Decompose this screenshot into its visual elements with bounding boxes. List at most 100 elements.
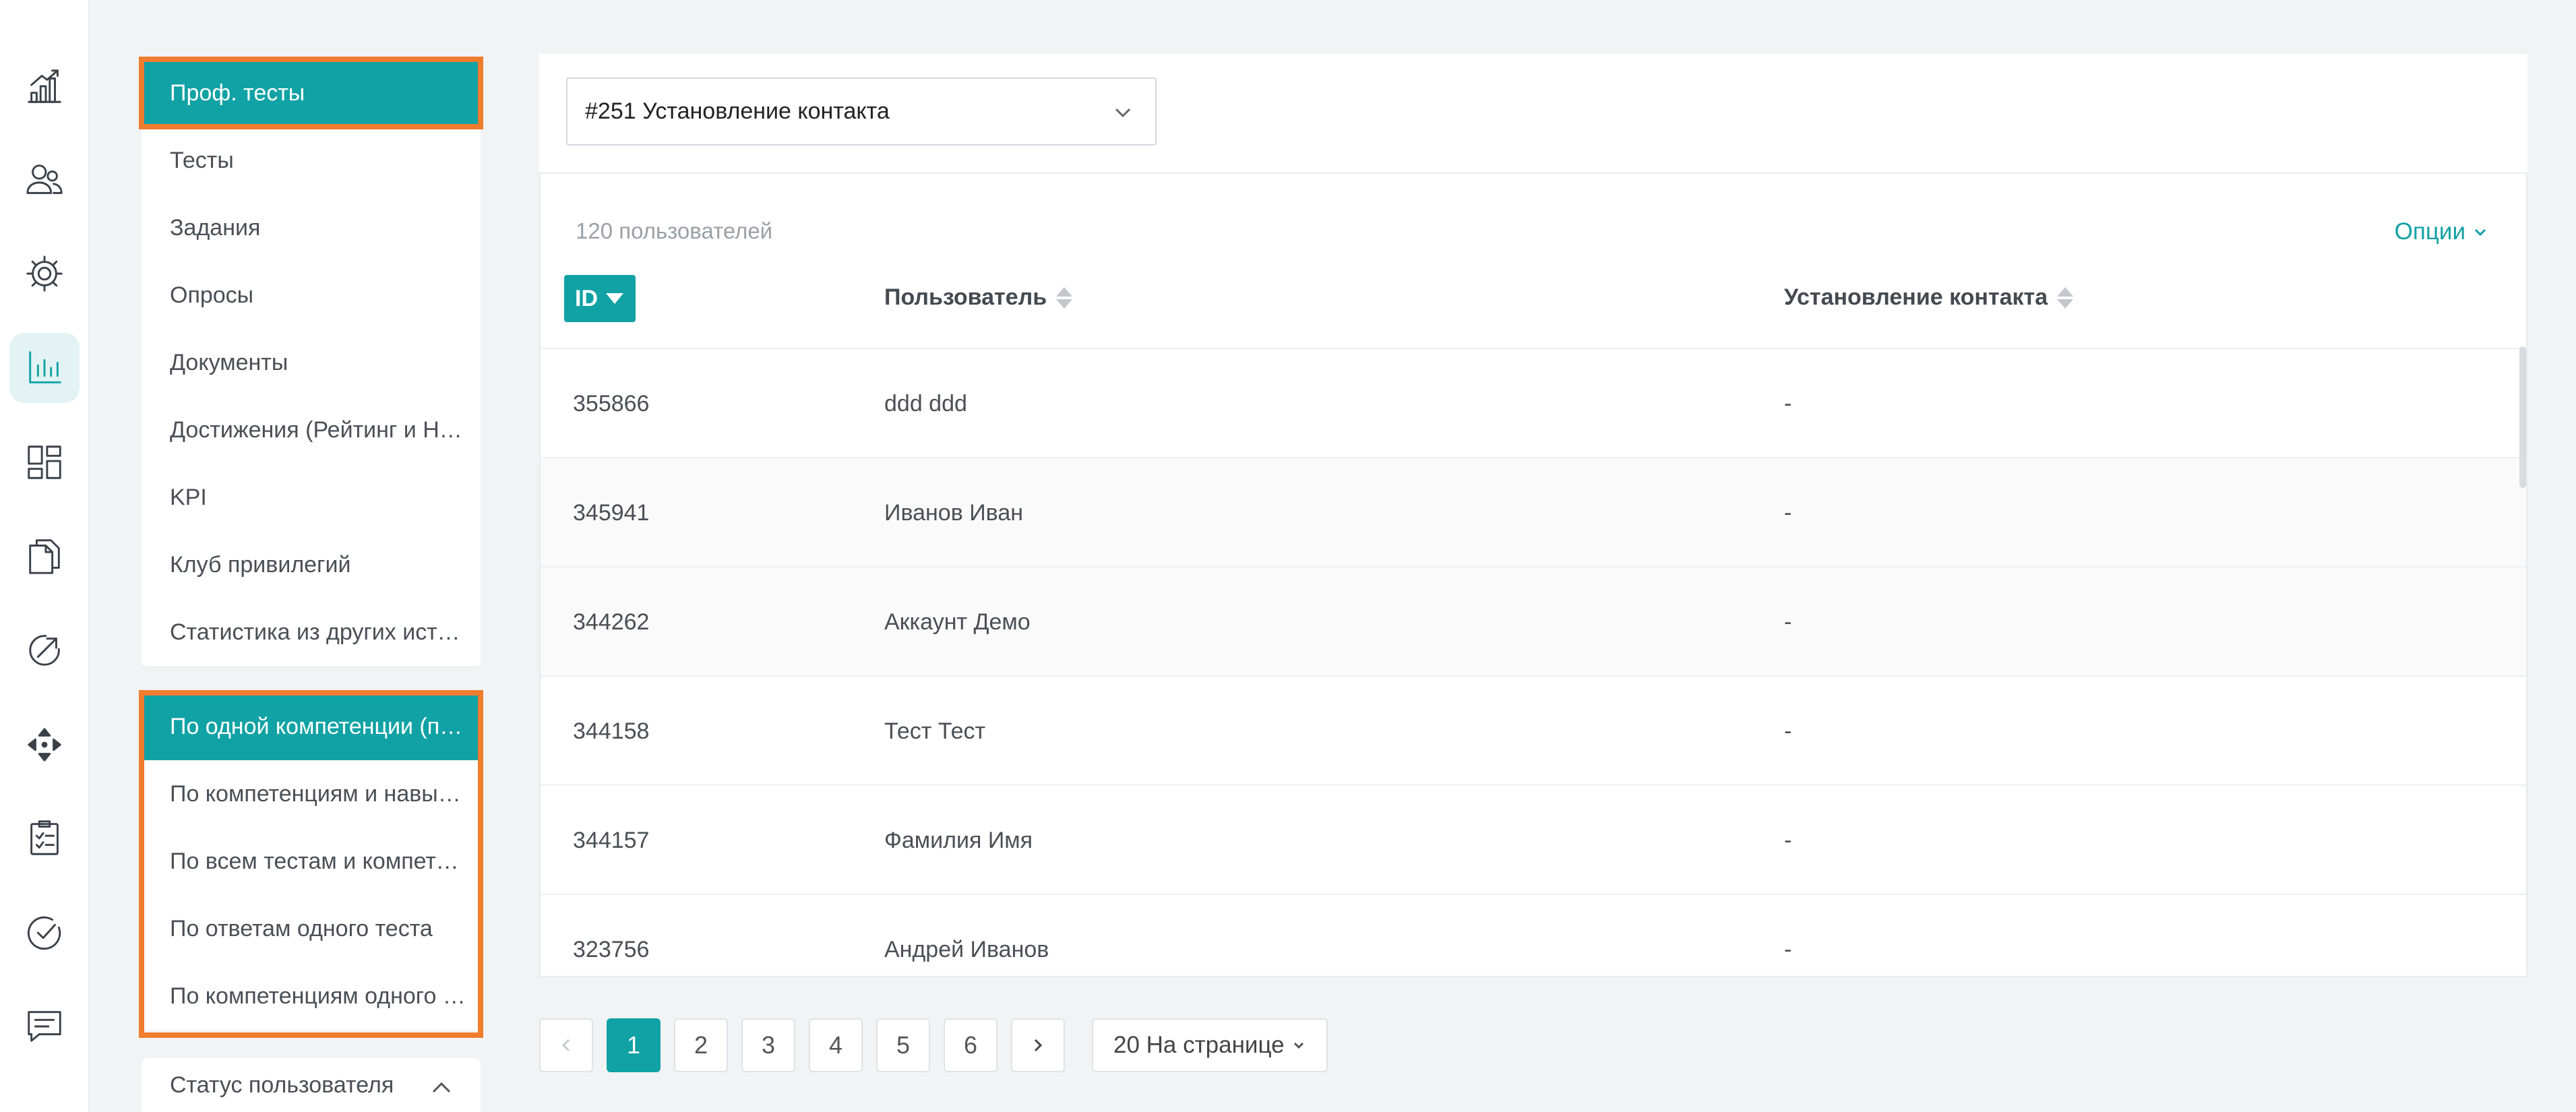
page-button-3[interactable]: 3 bbox=[741, 1018, 795, 1072]
menu-item-achievements[interactable]: Достижения (Рейтинг и Награды) bbox=[142, 396, 481, 464]
menu-item-kpi[interactable]: KPI bbox=[142, 464, 481, 531]
menu-item-single-competency[interactable]: По одной компетенции (пользователи) bbox=[142, 693, 481, 760]
icon-rail bbox=[0, 0, 89, 1112]
table-row[interactable]: 344262 Аккаунт Демо - bbox=[541, 567, 2526, 677]
competency-select-value: #251 Установление контакта bbox=[585, 98, 890, 124]
table-row[interactable]: 323756 Андрей Иванов - bbox=[541, 895, 2526, 976]
cell-user: Андрей Иванов bbox=[884, 937, 1049, 962]
cell-value: - bbox=[1784, 828, 1792, 853]
primary-menu: Проф. тесты Тесты Задания Опросы Докумен… bbox=[142, 59, 481, 666]
chevron-up-icon[interactable] bbox=[428, 1073, 455, 1100]
cell-user: Тест Тест bbox=[884, 718, 986, 744]
table-body: 355866 ddd ddd - 345941 Иванов Иван - 34… bbox=[541, 349, 2526, 976]
per-page-label: 20 На странице bbox=[1113, 1032, 1285, 1058]
chevron-down-icon bbox=[1115, 108, 1131, 118]
analytics-chart-icon[interactable] bbox=[9, 51, 80, 121]
cell-value: - bbox=[1784, 500, 1792, 526]
chevron-left-icon bbox=[561, 1039, 570, 1052]
menu-item-label: По ответам одного теста bbox=[170, 915, 433, 941]
documents-icon[interactable] bbox=[9, 521, 80, 591]
reports-menu: По одной компетенции (пользователи) По к… bbox=[142, 693, 481, 1030]
competency-select[interactable]: #251 Установление контакта bbox=[566, 78, 1157, 146]
menu-item-privilege-club[interactable]: Клуб привилегий bbox=[142, 531, 481, 598]
sort-icon bbox=[1056, 286, 1073, 309]
chevron-down-icon bbox=[1293, 1042, 1304, 1049]
page-button-2[interactable]: 2 bbox=[674, 1018, 728, 1072]
cell-id: 355866 bbox=[573, 391, 650, 416]
user-status-label: Статус пользователя bbox=[170, 1072, 394, 1098]
dashboard-icon[interactable] bbox=[9, 427, 80, 497]
gear-icon[interactable] bbox=[9, 239, 80, 309]
checklist-icon[interactable] bbox=[9, 803, 80, 873]
menu-item-label: KPI bbox=[170, 484, 207, 510]
table-row[interactable]: 344158 Тест Тест - bbox=[541, 677, 2526, 786]
filter-bar: #251 Установление контакта bbox=[539, 54, 2527, 173]
table-header: ID Пользователь Установление контакта bbox=[541, 275, 2526, 349]
users-table: 120 пользователей Опции ID Пользователь … bbox=[539, 173, 2527, 977]
bar-chart-icon[interactable] bbox=[9, 333, 80, 403]
cell-id: 344262 bbox=[573, 609, 650, 635]
page-button-1[interactable]: 1 bbox=[607, 1018, 661, 1072]
menu-item-single-test-competencies[interactable]: По компетенциям одного теста bbox=[142, 962, 481, 1030]
id-header-label: ID bbox=[575, 285, 598, 311]
caret-down-icon bbox=[606, 293, 623, 304]
menu-item-tests[interactable]: Тесты bbox=[142, 127, 481, 194]
menu-item-label: Задания bbox=[170, 214, 261, 241]
cell-user: Фамилия Имя bbox=[884, 828, 1033, 853]
cell-id: 344157 bbox=[573, 828, 650, 853]
page-button-4[interactable]: 4 bbox=[809, 1018, 863, 1072]
page-button-6[interactable]: 6 bbox=[944, 1018, 998, 1072]
menu-item-all-tests-competencies[interactable]: По всем тестам и компетенциям bbox=[142, 828, 481, 895]
menu-item-prof-tests[interactable]: Проф. тесты bbox=[142, 59, 481, 127]
cell-value: - bbox=[1784, 391, 1792, 416]
menu-item-competencies-skills[interactable]: По компетенциям и навыкам bbox=[142, 760, 481, 828]
move-arrows-icon[interactable] bbox=[9, 710, 80, 780]
menu-item-external-stats[interactable]: Статистика из других источников bbox=[142, 598, 481, 666]
competency-header-label: Установление контакта bbox=[1784, 284, 2048, 310]
menu-item-label: Проф. тесты bbox=[170, 80, 305, 106]
user-status-panel[interactable]: Статус пользователя bbox=[142, 1058, 481, 1112]
cell-id: 345941 bbox=[573, 500, 650, 526]
cell-value: - bbox=[1784, 718, 1792, 744]
page-button-5[interactable]: 5 bbox=[876, 1018, 930, 1072]
per-page-select[interactable]: 20 На странице bbox=[1092, 1018, 1328, 1072]
table-row[interactable]: 355866 ddd ddd - bbox=[541, 349, 2526, 458]
cell-value: - bbox=[1784, 609, 1792, 635]
chat-icon[interactable] bbox=[9, 991, 80, 1061]
pagination: 1 2 3 4 5 6 20 На странице bbox=[539, 1018, 1328, 1072]
menu-item-label: Документы bbox=[170, 349, 288, 375]
menu-item-label: По компетенциям и навыкам bbox=[170, 780, 471, 807]
user-header-label: Пользователь bbox=[884, 284, 1047, 310]
chevron-down-icon bbox=[2474, 228, 2486, 237]
menu-item-label: По всем тестам и компетенциям bbox=[170, 848, 471, 874]
table-scrollbar[interactable] bbox=[2519, 346, 2526, 488]
cell-id: 323756 bbox=[573, 937, 650, 962]
user-count: 120 пользователей bbox=[576, 218, 773, 243]
check-circle-icon[interactable] bbox=[9, 898, 80, 968]
table-row[interactable]: 345941 Иванов Иван - bbox=[541, 458, 2526, 567]
menu-item-documents[interactable]: Документы bbox=[142, 329, 481, 396]
menu-item-single-test-answers[interactable]: По ответам одного теста bbox=[142, 895, 481, 962]
table-row[interactable]: 344157 Фамилия Имя - bbox=[541, 786, 2526, 895]
menu-item-assignments[interactable]: Задания bbox=[142, 194, 481, 261]
sort-icon bbox=[2057, 286, 2074, 309]
menu-item-label: Статистика из других источников bbox=[170, 619, 471, 645]
options-label: Опции bbox=[2394, 218, 2465, 245]
cell-id: 344158 bbox=[573, 718, 650, 744]
competency-column-header[interactable]: Установление контакта bbox=[1784, 284, 2074, 311]
cell-user: Иванов Иван bbox=[884, 500, 1024, 526]
id-sort-button[interactable]: ID bbox=[564, 275, 636, 322]
menu-item-label: Тесты bbox=[170, 147, 234, 173]
menu-item-label: По одной компетенции (пользователи) bbox=[170, 713, 471, 739]
arrow-circle-icon[interactable] bbox=[9, 615, 80, 685]
menu-item-label: Опросы bbox=[170, 282, 254, 308]
users-icon[interactable] bbox=[9, 145, 80, 215]
prev-page-button[interactable] bbox=[539, 1018, 593, 1072]
cell-value: - bbox=[1784, 937, 1792, 962]
cell-user: Аккаунт Демо bbox=[884, 609, 1031, 635]
options-dropdown[interactable]: Опции bbox=[2395, 218, 2488, 245]
user-column-header[interactable]: Пользователь bbox=[884, 284, 1073, 311]
next-page-button[interactable] bbox=[1011, 1018, 1065, 1072]
chevron-right-icon bbox=[1034, 1039, 1043, 1052]
menu-item-surveys[interactable]: Опросы bbox=[142, 261, 481, 329]
